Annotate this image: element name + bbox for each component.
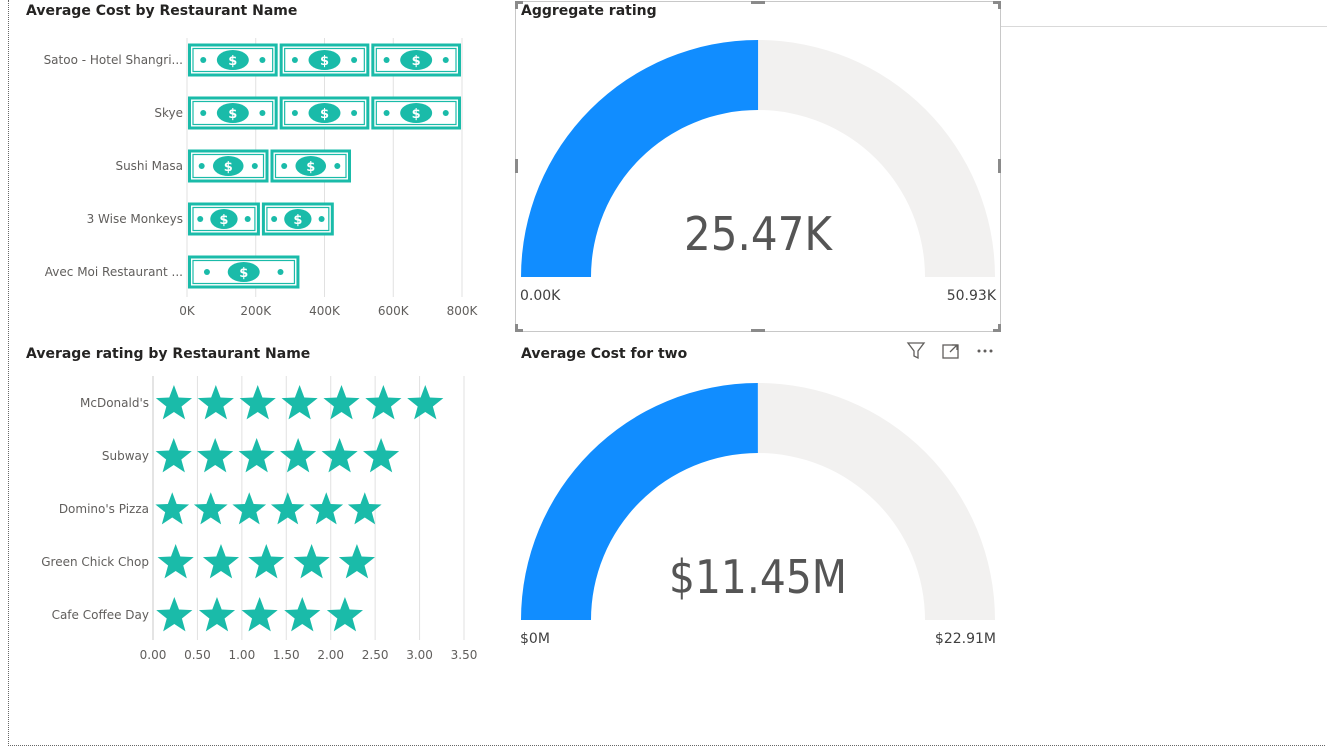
aggregate-rating-visual[interactable]: Aggregate rating 25.47K 0.00K 50.93K: [516, 0, 1001, 330]
x-tick-label: 2.50: [362, 648, 389, 662]
x-tick-label: 0K: [179, 304, 196, 318]
y-category-label: 3 Wise Monkeys: [87, 212, 183, 226]
gauge-min-label: 0.00K: [520, 288, 561, 304]
rating-by-restaurant-visual[interactable]: Average rating by Restaurant Name 0.00 0.…: [14, 343, 500, 673]
star-icon: [321, 438, 358, 473]
bar-mark[interactable]: [155, 385, 444, 420]
y-category-label: Skye: [154, 106, 183, 120]
y-category-label: Green Chick Chop: [41, 555, 149, 569]
svg-text:$: $: [293, 213, 302, 228]
x-tick-label: 200K: [240, 304, 272, 318]
x-tick-label: 800K: [447, 304, 479, 318]
svg-text:$: $: [228, 54, 237, 69]
y-category-label: Subway: [102, 449, 149, 463]
star-icon: [157, 544, 194, 579]
star-icon: [239, 385, 276, 420]
star-icon: [284, 597, 321, 632]
x-tick-label: 3.00: [406, 648, 433, 662]
star-icon: [326, 597, 363, 632]
y-category-label: McDonald's: [80, 396, 149, 410]
cost-by-restaurant-visual[interactable]: Average Cost by Restaurant Name 0K 200K 40…: [14, 0, 500, 330]
bar-mark[interactable]: $ $: [188, 149, 351, 183]
y-category-label: Sushi Masa: [115, 159, 183, 173]
bar-mark[interactable]: $ $: [188, 202, 334, 236]
x-tick-label: 2.00: [317, 648, 344, 662]
bar-mark[interactable]: [155, 438, 400, 473]
bar-mark[interactable]: [156, 597, 363, 632]
dollar-bill-icon: $: [371, 43, 461, 77]
svg-text:$: $: [412, 107, 421, 122]
cost-bar-chart: 0K 200K 400K 600K 800K Satoo - Hotel Shangri.…: [44, 38, 479, 318]
dollar-bill-icon: $: [371, 96, 461, 130]
dollar-bill-icon: $: [261, 202, 334, 236]
svg-text:$: $: [320, 107, 329, 122]
x-tick-label: 1.50: [273, 648, 300, 662]
dollar-bill-icon: $: [279, 43, 370, 77]
dollar-bill-icon: $: [188, 96, 278, 130]
star-icon: [202, 544, 240, 579]
bar-mark[interactable]: $ $ $: [188, 43, 461, 77]
star-icon: [238, 438, 275, 473]
star-icon: [232, 492, 267, 525]
y-category-label: Cafe Coffee Day: [52, 608, 149, 622]
star-icon: [155, 385, 193, 420]
star-icon: [241, 597, 278, 632]
star-icon: [365, 385, 402, 420]
svg-text:$: $: [320, 54, 329, 69]
bar-mark[interactable]: [155, 492, 382, 525]
gauge-value: 25.47K: [684, 207, 834, 261]
gauge-max-label: 50.93K: [947, 288, 997, 304]
dollar-bill-icon: $: [188, 202, 260, 236]
star-icon: [309, 492, 344, 525]
dollar-bill-icon: $: [188, 149, 269, 183]
y-category-label: Domino's Pizza: [59, 502, 149, 516]
star-icon: [155, 492, 190, 525]
gauge-value: $11.45M: [669, 550, 847, 604]
canvas-top-rule: [1000, 26, 1327, 27]
dollar-bill-icon: $: [270, 149, 351, 183]
x-tick-label: 0.50: [184, 648, 211, 662]
star-icon: [280, 438, 317, 473]
star-icon: [197, 385, 234, 420]
bar-mark[interactable]: $ $ $: [188, 96, 461, 130]
star-icon: [197, 438, 234, 473]
star-icon: [281, 385, 318, 420]
star-icon: [338, 544, 375, 579]
star-icon: [363, 438, 400, 473]
dollar-bill-icon: $: [188, 43, 278, 77]
svg-text:$: $: [228, 107, 237, 122]
y-category-label: Avec Moi Restaurant ...: [45, 265, 183, 279]
x-tick-label: 600K: [378, 304, 410, 318]
rating-bar-chart: 0.00 0.50 1.00 1.50 2.00 2.50 3.00 3.50 McDonald…: [41, 376, 478, 662]
aggregate-rating-gauge: 25.47K 0.00K 50.93K: [520, 40, 997, 304]
svg-text:$: $: [306, 160, 315, 175]
svg-text:$: $: [412, 54, 421, 69]
cost-for-two-visual[interactable]: Average Cost for two $11.45M $0M $22.91M: [516, 343, 1001, 673]
gauge-max-label: $22.91M: [935, 631, 996, 647]
bar-mark[interactable]: $: [188, 255, 300, 289]
svg-text:$: $: [239, 266, 248, 281]
star-icon: [248, 544, 285, 579]
dollar-bill-icon: $: [279, 96, 370, 130]
svg-text:$: $: [224, 160, 233, 175]
star-icon: [347, 492, 382, 525]
star-icon: [323, 385, 360, 420]
star-icon: [270, 492, 305, 525]
svg-text:$: $: [219, 213, 228, 228]
bar-mark[interactable]: [157, 544, 375, 579]
star-icon: [193, 492, 228, 525]
x-tick-label: 400K: [309, 304, 341, 318]
star-icon: [155, 438, 192, 473]
star-icon: [198, 597, 236, 632]
cost-for-two-gauge: $11.45M $0M $22.91M: [520, 383, 996, 647]
x-tick-label: 3.50: [451, 648, 478, 662]
x-tick-label: 0.00: [140, 648, 167, 662]
y-category-label: Satoo - Hotel Shangri...: [44, 53, 183, 67]
x-tick-label: 1.00: [228, 648, 255, 662]
dollar-bill-icon: $: [188, 255, 300, 289]
star-icon: [293, 544, 330, 579]
star-icon: [156, 597, 193, 632]
star-icon: [407, 385, 444, 420]
gauge-min-label: $0M: [520, 631, 550, 647]
